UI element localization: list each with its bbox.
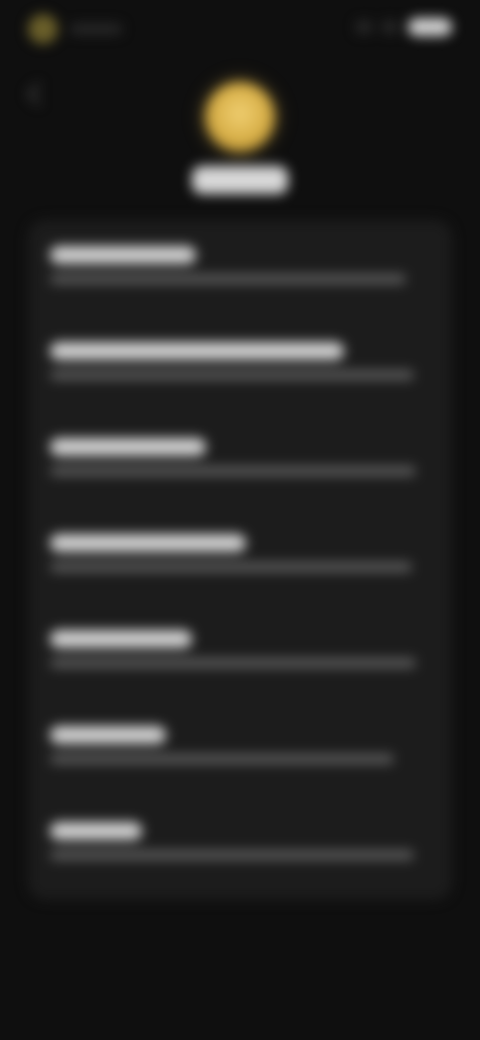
item-subtitle (50, 754, 394, 764)
item-subtitle (50, 850, 414, 860)
status-bar (0, 0, 480, 64)
item-subtitle (50, 658, 416, 668)
signal-icon (356, 21, 372, 33)
settings-list (28, 220, 452, 900)
item-title (50, 534, 246, 552)
list-item[interactable] (50, 822, 440, 878)
item-subtitle (50, 466, 416, 476)
item-subtitle (50, 370, 414, 380)
item-subtitle (50, 274, 406, 284)
status-left (28, 14, 122, 44)
list-item[interactable] (50, 246, 440, 302)
wifi-icon (382, 21, 398, 33)
item-title (50, 822, 142, 840)
list-item[interactable] (50, 342, 440, 398)
chevron-left-icon (26, 82, 50, 106)
back-button[interactable] (26, 82, 50, 106)
app-icon (28, 14, 58, 44)
item-subtitle (50, 562, 412, 572)
list-item[interactable] (50, 726, 440, 782)
item-title (50, 726, 166, 744)
avatar[interactable] (205, 82, 275, 152)
profile-name (192, 166, 288, 194)
battery-icon (408, 18, 452, 36)
list-item[interactable] (50, 630, 440, 686)
item-title (50, 630, 192, 648)
status-text (70, 24, 122, 34)
item-title (50, 246, 196, 264)
list-item[interactable] (50, 438, 440, 494)
item-title (50, 342, 344, 360)
status-right (356, 18, 452, 36)
list-item[interactable] (50, 534, 440, 590)
item-title (50, 438, 206, 456)
profile-screen (0, 0, 480, 1040)
